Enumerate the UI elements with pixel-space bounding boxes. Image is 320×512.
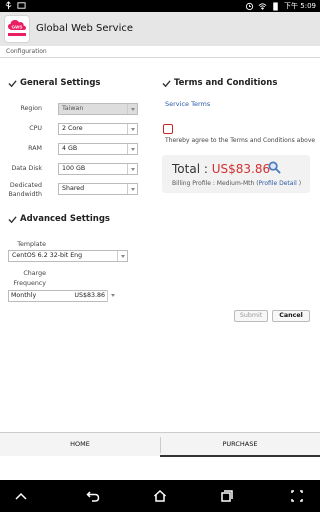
alarm-icon	[245, 2, 254, 10]
checklist-icon	[8, 215, 17, 223]
region-value: Taiwan	[62, 105, 84, 112]
charge-frequency-value: Monthly	[11, 292, 37, 299]
bandwidth-label: Dedicated Bandwidth	[8, 182, 42, 198]
charge-dropdown	[107, 290, 118, 302]
back-icon[interactable]	[86, 489, 100, 503]
checklist-icon	[162, 79, 171, 87]
terms-label: Terms and Conditions	[174, 78, 278, 88]
advanced-settings-label: Advanced Settings	[20, 214, 110, 224]
chevron-down-icon	[127, 144, 137, 154]
checklist-icon	[8, 79, 17, 87]
total-label: Total : US$83.86	[172, 162, 270, 176]
agree-text: Thereby agree to the Terms and Condition…	[165, 137, 316, 144]
search-icon[interactable]	[268, 161, 281, 174]
chevron-down-icon	[117, 251, 127, 261]
data-disk-label: Data Disk	[11, 165, 42, 172]
recent-apps-icon[interactable]	[220, 489, 234, 503]
cpu-value: 2 Core	[62, 125, 83, 132]
template-select[interactable]: CentOS 6.2 32-bit Eng	[8, 250, 128, 262]
service-terms-link[interactable]: Service Terms	[165, 100, 210, 108]
agree-checkbox[interactable]	[163, 124, 173, 134]
cpu-label: CPU	[29, 125, 42, 132]
cpu-select[interactable]: 2 Core	[58, 123, 138, 135]
data-disk-select[interactable]: 100 GB	[58, 163, 138, 175]
terms-title: Terms and Conditions	[162, 78, 277, 88]
screenshot-icon[interactable]	[290, 489, 304, 503]
status-time: 下午 5:09	[284, 2, 316, 10]
breadcrumb: Configuration	[6, 48, 47, 55]
divider	[0, 57, 320, 58]
home-icon[interactable]	[153, 489, 167, 503]
charge-frequency-select[interactable]: Monthly US$83.86	[8, 290, 118, 302]
ram-select[interactable]: 4 GB	[58, 143, 138, 155]
status-bar: 下午 5:09	[0, 0, 320, 12]
total-prefix: Total :	[172, 162, 212, 176]
general-settings-label: General Settings	[20, 78, 101, 88]
chevron-down-icon	[127, 124, 137, 134]
region-select[interactable]: Taiwan	[58, 103, 138, 115]
advanced-settings-title: Advanced Settings	[8, 214, 110, 224]
submit-button[interactable]: Submit	[234, 310, 268, 322]
billing-suffix: )	[296, 180, 302, 187]
app-logo: GWS	[4, 15, 30, 43]
billing-profile: Billing Profile : Medium-Mth (Profile De…	[172, 180, 301, 187]
data-disk-value: 100 GB	[62, 165, 86, 172]
bandwidth-select[interactable]: Shared	[58, 183, 138, 195]
notification-icon	[17, 2, 26, 9]
tab-home[interactable]: HOME	[0, 433, 160, 457]
wifi-icon	[258, 2, 267, 10]
ram-label: RAM	[28, 145, 42, 152]
cancel-button[interactable]: Cancel	[272, 310, 310, 322]
battery-icon	[273, 1, 278, 11]
template-value: CentOS 6.2 32-bit Eng	[12, 252, 83, 259]
tab-purchase[interactable]: PURCHASE	[160, 433, 320, 457]
total-panel: Total : US$83.86 Billing Profile : Mediu…	[162, 155, 310, 193]
app-bar: GWS Global Web Service	[0, 12, 320, 46]
ram-value: 4 GB	[62, 145, 78, 152]
general-settings-title: General Settings	[8, 78, 100, 88]
total-value: US$83.86	[211, 162, 271, 176]
svg-text:GWS: GWS	[12, 25, 23, 30]
template-label: Template	[17, 241, 46, 248]
billing-prefix: Billing Profile : Medium-Mth (	[172, 180, 259, 187]
chevron-down-icon	[127, 184, 137, 194]
chevron-down-icon	[108, 290, 118, 300]
usb-icon	[5, 1, 12, 10]
charge-frequency-label: Charge Frequency	[13, 270, 46, 287]
bandwidth-value: Shared	[62, 185, 85, 192]
app-title: Global Web Service	[36, 23, 134, 34]
charge-price: US$83.86	[74, 292, 105, 299]
profile-detail-link[interactable]: Profile Detail	[259, 180, 297, 187]
cloud-icon: GWS	[8, 20, 26, 36]
chevron-down-icon	[127, 104, 137, 114]
region-label: Region	[20, 105, 42, 112]
collapse-icon[interactable]	[14, 489, 28, 503]
system-nav-bar	[0, 480, 320, 512]
bottom-tab-bar: HOME PURCHASE	[0, 432, 320, 457]
chevron-down-icon	[127, 164, 137, 174]
